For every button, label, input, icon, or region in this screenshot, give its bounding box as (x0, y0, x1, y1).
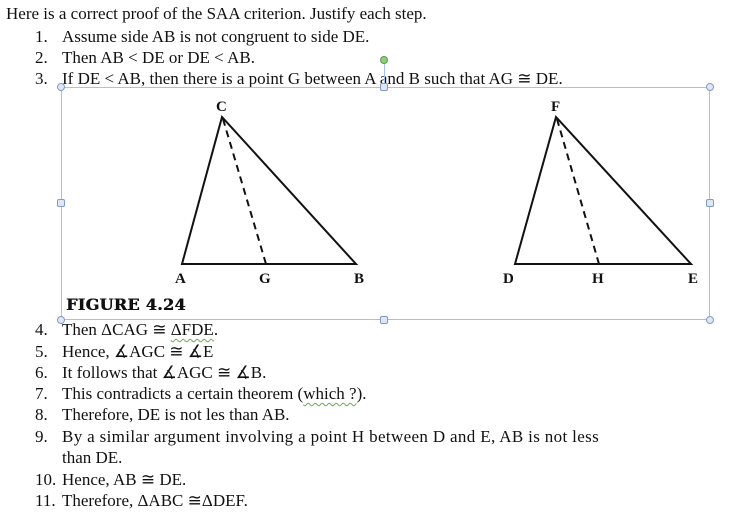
step-text: Hence, AB ≅ DE. (62, 470, 187, 489)
step-number: 7. (35, 384, 48, 403)
vertex-label-e: E (688, 271, 698, 287)
step-text: By a similar argument involving a point … (62, 427, 600, 446)
vertex-label-a: A (175, 271, 186, 287)
step-text: This contradicts a certain theorem (whic… (62, 384, 366, 404)
step-text: Hence, ∡AGC ≅ ∡E (62, 342, 214, 361)
step-text-continued: than DE. (62, 448, 123, 467)
step-text-part: . (213, 320, 219, 339)
vertex-label-c: C (216, 99, 227, 115)
step-text: Therefore, DE is not les than AB. (62, 405, 290, 424)
vertex-label-d: D (503, 271, 514, 287)
step-number: 8. (35, 405, 48, 424)
triangle-abc-outline (180, 114, 359, 265)
point-label-h: H (592, 271, 604, 287)
step-text: Then ΔCAG ≅ ΔFDE. (62, 320, 218, 340)
step-text: It follows that ∡AGC ≅ ∡B. (62, 363, 267, 382)
spellcheck-flagged-text[interactable]: which ? (303, 384, 356, 403)
vertex-label-b: B (354, 271, 364, 287)
spellcheck-flagged-text[interactable]: ΔFDE (171, 320, 214, 339)
step-number: 11. (35, 491, 56, 510)
triangle-def-outline (513, 114, 694, 265)
triangle-def: F D H E (503, 99, 698, 287)
step-text-part: Then ΔCAG ≅ (62, 320, 171, 339)
triangle-abc: C A G B (175, 99, 364, 287)
step-number: 9. (35, 427, 48, 446)
step-number: 5. (35, 342, 48, 361)
step-text-part: ). (356, 384, 367, 403)
step-text-part: This contradicts a certain theorem ( (62, 384, 304, 403)
step-number: 4. (35, 320, 48, 339)
vertex-label-f: F (551, 99, 560, 115)
step-number: 10. (35, 470, 57, 489)
point-label-g: G (259, 271, 271, 287)
step-number: 6. (35, 363, 48, 382)
figure-caption: FIGURE 4.24 (66, 295, 186, 314)
step-text: Therefore, ΔABC ≅ΔDEF. (62, 491, 248, 510)
